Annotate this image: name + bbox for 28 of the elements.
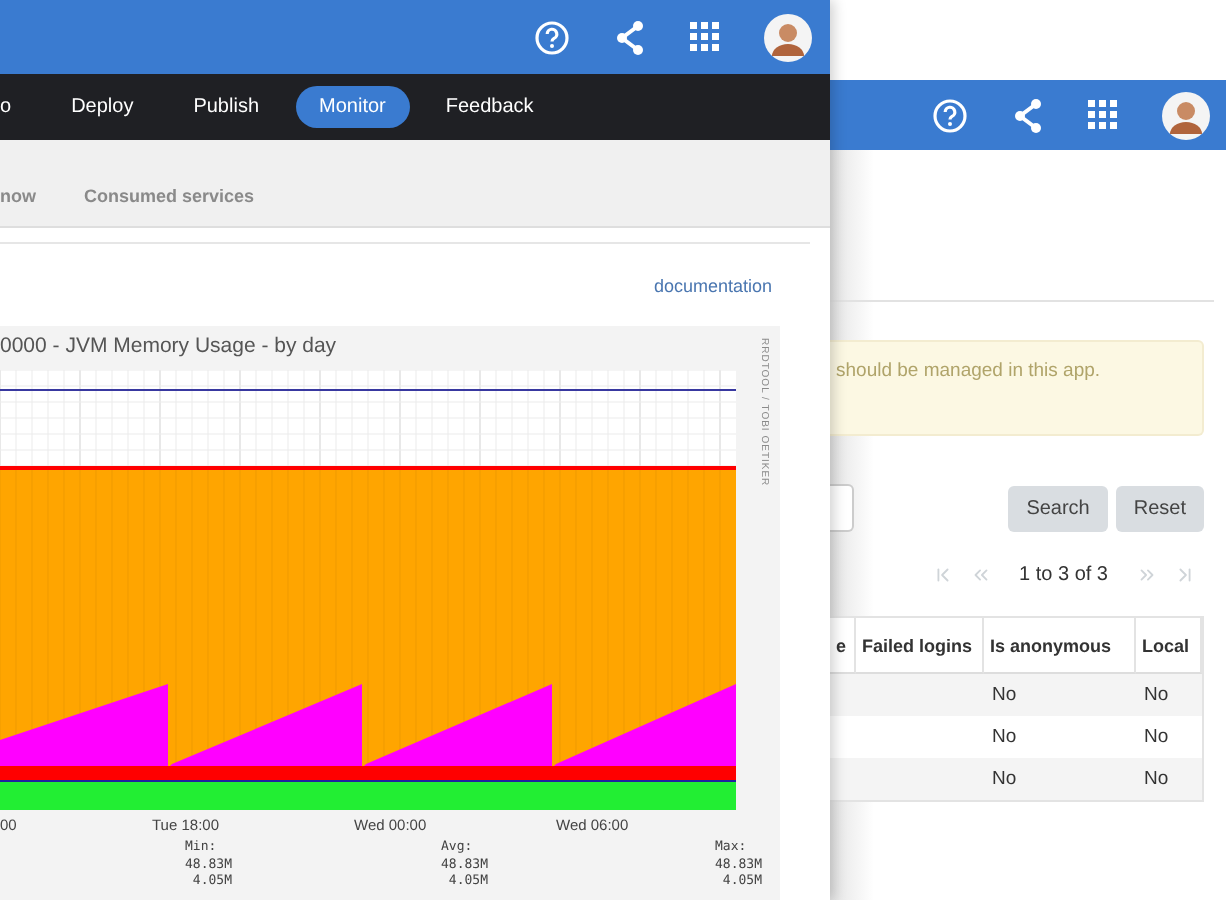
share-icon[interactable] (614, 19, 646, 55)
nav-item[interactable]: Feedback (421, 86, 558, 128)
table-cell: No (1136, 758, 1202, 800)
apps-grid-icon[interactable] (690, 22, 720, 52)
nav-item[interactable]: Publish (169, 86, 284, 128)
apps-grid-icon[interactable] (1088, 100, 1118, 130)
chart-title: 0000 - JVM Memory Usage - by day (0, 332, 337, 362)
reset-button[interactable]: Reset (1115, 485, 1204, 531)
help-icon[interactable] (534, 19, 570, 55)
notice-message: should be managed in this app. (830, 340, 1204, 436)
table-cell: No (1136, 674, 1202, 716)
help-icon[interactable] (932, 97, 968, 133)
column-header[interactable]: Failed logins (856, 618, 984, 674)
column-header[interactable]: Is anonymous (984, 618, 1136, 674)
nav-item[interactable]: Deploy (47, 86, 158, 128)
share-icon[interactable] (1012, 97, 1044, 133)
avatar-icon[interactable] (764, 13, 812, 61)
table-cell: No (984, 674, 1136, 716)
column-header[interactable]: Local (1136, 618, 1202, 674)
page-range: 1 to 3 of 3 (1017, 564, 1110, 586)
column-header[interactable]: e (830, 618, 856, 674)
nav-item[interactable]: Monitor (295, 86, 410, 128)
search-button[interactable]: Search (1008, 485, 1108, 531)
table-cell: No (984, 758, 1136, 800)
avatar-icon[interactable] (1162, 91, 1210, 139)
nav-item[interactable]: o (0, 86, 36, 128)
documentation-link[interactable]: documentation (653, 276, 772, 296)
search-field[interactable] (830, 484, 854, 532)
